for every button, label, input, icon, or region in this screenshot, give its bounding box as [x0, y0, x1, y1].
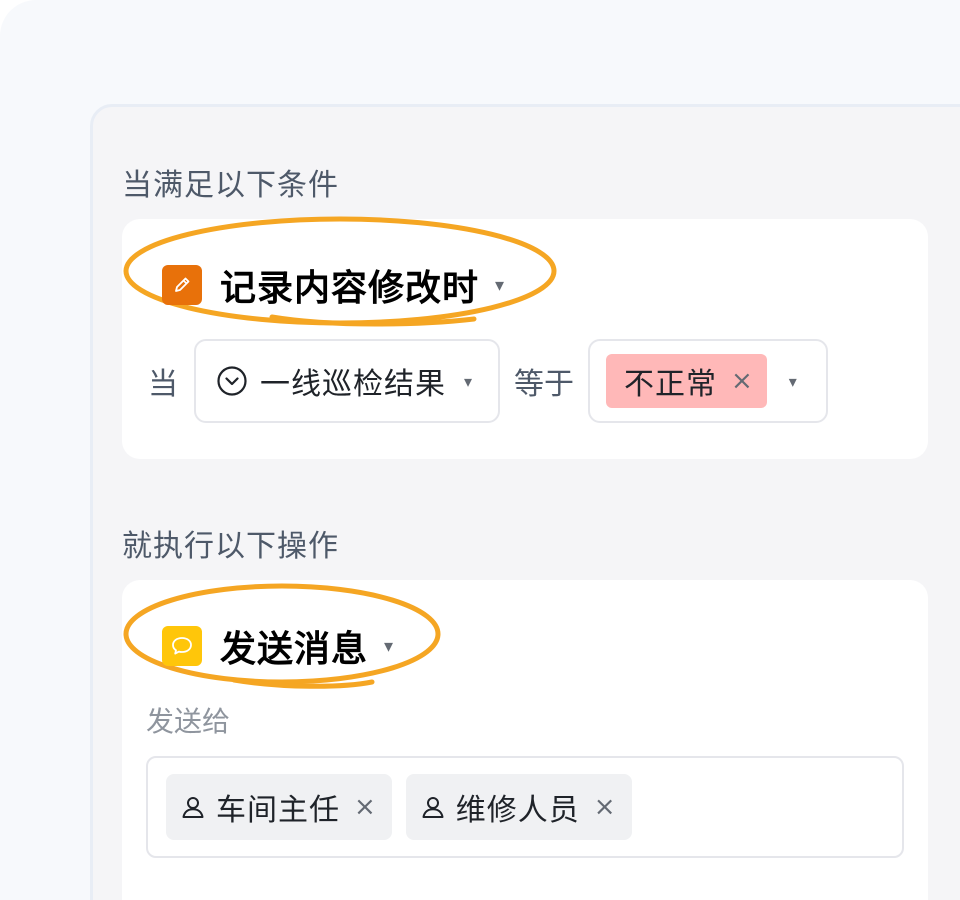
value-select[interactable]: 不正常 × ▾	[588, 339, 828, 423]
message-icon	[162, 626, 202, 666]
action-selector[interactable]: 发送消息 ▾	[162, 620, 393, 672]
field-select[interactable]: 一线巡检结果 ▾	[194, 339, 500, 423]
value-tag-label: 不正常	[624, 367, 717, 402]
recipient-tag: 车间主任 ×	[166, 774, 392, 840]
trigger-section-label: 当满足以下条件	[122, 168, 339, 203]
recipient-name: 维修人员	[455, 793, 580, 828]
field-name: 一线巡检结果	[260, 367, 446, 402]
close-icon[interactable]: ×	[731, 366, 753, 396]
edit-icon	[162, 265, 202, 305]
send-to-label: 发送给	[146, 705, 231, 738]
close-icon[interactable]: ×	[354, 792, 376, 822]
condition-row: 当 一线巡检结果 ▾ 等于 不正常 × ▾	[148, 339, 828, 423]
action-card: 发送消息 ▾ 发送给 车间主任 × 维修人员 ×	[122, 580, 928, 900]
close-icon[interactable]: ×	[594, 792, 616, 822]
condition-prefix: 当	[148, 367, 178, 402]
trigger-title: 记录内容修改时	[220, 268, 480, 309]
value-tag: 不正常 ×	[606, 354, 767, 408]
trigger-selector[interactable]: 记录内容修改时 ▾	[162, 259, 504, 311]
recipients-field[interactable]: 车间主任 × 维修人员 ×	[146, 756, 904, 858]
recipient-tag: 维修人员 ×	[405, 774, 632, 840]
chevron-down-icon: ▾	[495, 274, 505, 296]
action-section-label: 就执行以下操作	[122, 529, 339, 564]
user-icon	[420, 794, 446, 820]
chevron-down-icon: ▾	[384, 635, 394, 657]
trigger-card: 记录内容修改时 ▾ 当 一线巡检结果 ▾ 等于 不正常 × ▾	[122, 216, 928, 459]
chevron-down-icon: ▾	[464, 371, 473, 391]
user-icon	[180, 794, 206, 820]
action-title: 发送消息	[220, 629, 369, 670]
recipient-name: 车间主任	[216, 793, 340, 828]
chevron-down-icon: ▾	[788, 371, 797, 391]
chevron-circle-icon	[216, 365, 248, 397]
operator-label: 等于	[514, 367, 574, 402]
